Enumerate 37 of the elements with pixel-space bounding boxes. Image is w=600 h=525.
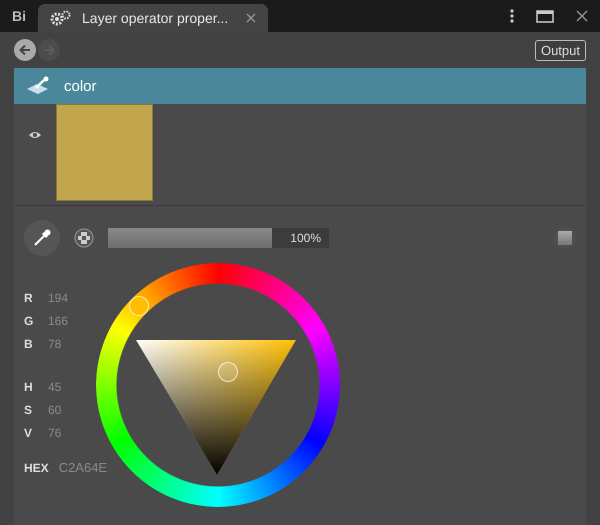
close-icon[interactable]: [246, 13, 256, 23]
opacity-slider[interactable]: 100%: [108, 228, 329, 248]
more-icon[interactable]: [510, 9, 514, 23]
output-button[interactable]: Output: [534, 40, 586, 60]
channel-value: 45: [48, 380, 62, 394]
maximize-icon[interactable]: [536, 10, 554, 22]
eye-icon[interactable]: [28, 130, 42, 140]
back-button[interactable]: [14, 39, 36, 61]
forward-arrow-icon: [42, 43, 56, 57]
layer-header[interactable]: color: [14, 68, 586, 104]
saturation-value-triangle[interactable]: [136, 340, 296, 475]
eyedropper-icon: [32, 228, 52, 248]
checker-icon[interactable]: [74, 228, 94, 248]
layer-name: color: [64, 78, 97, 94]
channel-value: 60: [48, 402, 62, 416]
close-icon[interactable]: [576, 10, 588, 22]
eyedropper-button[interactable]: [24, 220, 60, 256]
opacity-reading: 100%: [290, 231, 322, 245]
channel-label: V: [24, 426, 34, 440]
app-label: Bi: [11, 8, 27, 24]
channel-label: R: [24, 290, 34, 304]
panel-tab[interactable]: Layer operator proper...: [38, 4, 268, 32]
channel-value: 166: [48, 314, 68, 328]
hex-value: C2A64E: [58, 460, 108, 475]
channel-label: G: [24, 314, 34, 328]
swatch-toggle-button[interactable]: [554, 227, 576, 249]
channel-value: 194: [48, 290, 68, 304]
channel-value: 76: [48, 426, 62, 440]
gears-icon: [50, 10, 72, 26]
tab-title: Layer operator proper...: [82, 10, 230, 26]
color-handle[interactable]: [218, 362, 238, 382]
channel-label: H: [24, 380, 34, 394]
channel-label: B: [24, 336, 34, 350]
hex-label: HEX: [24, 460, 49, 474]
channel-label: S: [24, 402, 34, 416]
channel-value: 78: [48, 336, 62, 350]
back-arrow-icon: [18, 43, 32, 57]
